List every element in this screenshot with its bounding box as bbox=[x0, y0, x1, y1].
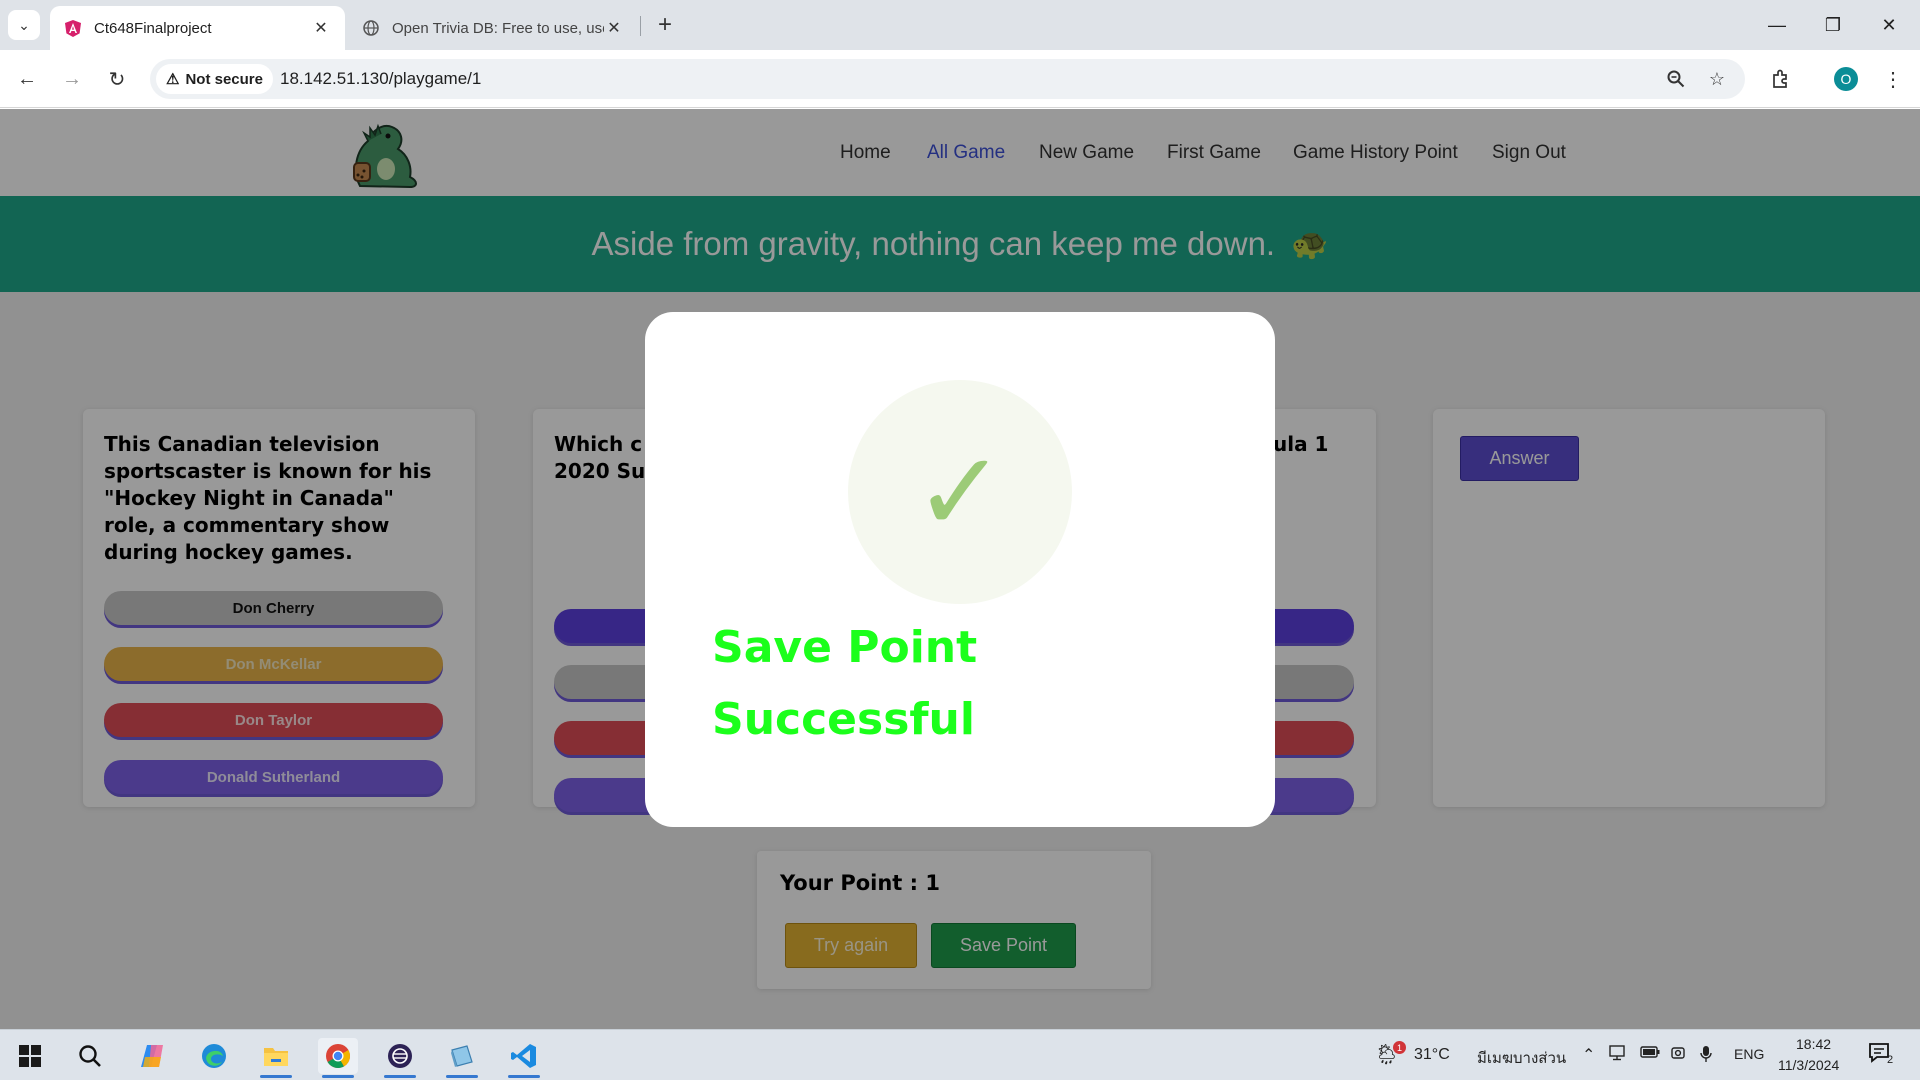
tab-search-button[interactable]: ⌄ bbox=[8, 10, 40, 40]
restore-button[interactable]: ❐ bbox=[1805, 0, 1861, 50]
network-icon[interactable] bbox=[1609, 1045, 1627, 1066]
globe-icon bbox=[362, 19, 380, 37]
back-button[interactable]: ← bbox=[11, 63, 43, 95]
weather-badge: 1 bbox=[1393, 1041, 1406, 1054]
close-icon[interactable]: ✕ bbox=[604, 18, 624, 38]
weather-condition-text[interactable]: มีเมฆบางส่วน bbox=[1477, 1046, 1566, 1070]
search-icon[interactable] bbox=[70, 1038, 110, 1074]
extensions-icon[interactable] bbox=[1765, 63, 1797, 95]
microphone-icon[interactable] bbox=[1700, 1045, 1712, 1068]
address-bar[interactable]: ⚠ Not secure 18.142.51.130/playgame/1 ☆ bbox=[150, 59, 1745, 99]
tab-open-trivia-db[interactable]: Open Trivia DB: Free to use, use ✕ bbox=[348, 6, 638, 50]
notification-count: 2 bbox=[1887, 1054, 1894, 1066]
chrome-icon[interactable] bbox=[318, 1038, 358, 1078]
windows-taskbar: 🌦 1 31°C มีเมฆบางส่วน ⌃ ENG 18:42 11/3/2… bbox=[0, 1029, 1920, 1080]
success-badge: ✓ bbox=[848, 380, 1072, 604]
forward-button[interactable]: → bbox=[56, 63, 88, 95]
browser-toolbar: ← → ↻ ⚠ Not secure 18.142.51.130/playgam… bbox=[0, 50, 1920, 108]
tab-title: Ct648Finalproject bbox=[94, 19, 212, 37]
security-label: Not secure bbox=[185, 70, 263, 88]
clock-time[interactable]: 18:42 bbox=[1796, 1036, 1831, 1052]
clock-date[interactable]: 11/3/2024 bbox=[1778, 1057, 1839, 1073]
success-message: Save Point Successful bbox=[712, 612, 1012, 756]
site-info-chip[interactable]: ⚠ Not secure bbox=[156, 64, 273, 94]
success-message-line: Save Point bbox=[712, 622, 978, 673]
temperature-text[interactable]: 31°C bbox=[1414, 1046, 1450, 1064]
bookmark-star-icon[interactable]: ☆ bbox=[1703, 65, 1731, 93]
copilot-icon[interactable] bbox=[133, 1038, 173, 1074]
app-window-icon[interactable] bbox=[442, 1038, 482, 1078]
chevron-up-icon[interactable]: ⌃ bbox=[1582, 1045, 1595, 1065]
input-language[interactable]: ENG bbox=[1734, 1046, 1764, 1062]
menu-kebab-icon[interactable]: ⋮ bbox=[1877, 63, 1909, 95]
reload-button[interactable]: ↻ bbox=[101, 63, 133, 95]
close-window-button[interactable]: ✕ bbox=[1861, 0, 1917, 50]
checkmark-icon: ✓ bbox=[913, 428, 1007, 556]
camera-icon[interactable] bbox=[1670, 1045, 1686, 1066]
close-icon[interactable]: ✕ bbox=[311, 18, 331, 38]
new-tab-button[interactable]: + bbox=[650, 10, 680, 40]
battery-icon[interactable] bbox=[1640, 1045, 1660, 1064]
browser-tab-bar: ⌄ Ct648Finalproject ✕ Open Trivia DB: Fr… bbox=[0, 0, 1920, 50]
eclipse-icon[interactable] bbox=[380, 1038, 420, 1078]
file-explorer-icon[interactable] bbox=[256, 1038, 296, 1078]
tab-ct648finalproject[interactable]: Ct648Finalproject ✕ bbox=[50, 6, 345, 50]
profile-avatar[interactable]: O bbox=[1834, 67, 1858, 91]
url-text[interactable]: 18.142.51.130/playgame/1 bbox=[280, 69, 481, 89]
tab-title: Open Trivia DB: Free to use, use bbox=[392, 19, 604, 37]
success-modal: ✓ Save Point Successful bbox=[645, 312, 1275, 827]
vscode-icon[interactable] bbox=[504, 1038, 544, 1078]
edge-icon[interactable] bbox=[194, 1038, 234, 1074]
web-page: Home All Game New Game First Game Game H… bbox=[0, 109, 1920, 1029]
windows-start-icon[interactable] bbox=[10, 1038, 50, 1074]
warning-icon: ⚠ bbox=[166, 71, 180, 88]
zoom-icon[interactable] bbox=[1662, 65, 1690, 93]
minimize-button[interactable]: — bbox=[1749, 0, 1805, 50]
tab-divider bbox=[640, 16, 641, 36]
angular-icon bbox=[64, 19, 82, 37]
success-message-line: Successful bbox=[712, 694, 975, 745]
